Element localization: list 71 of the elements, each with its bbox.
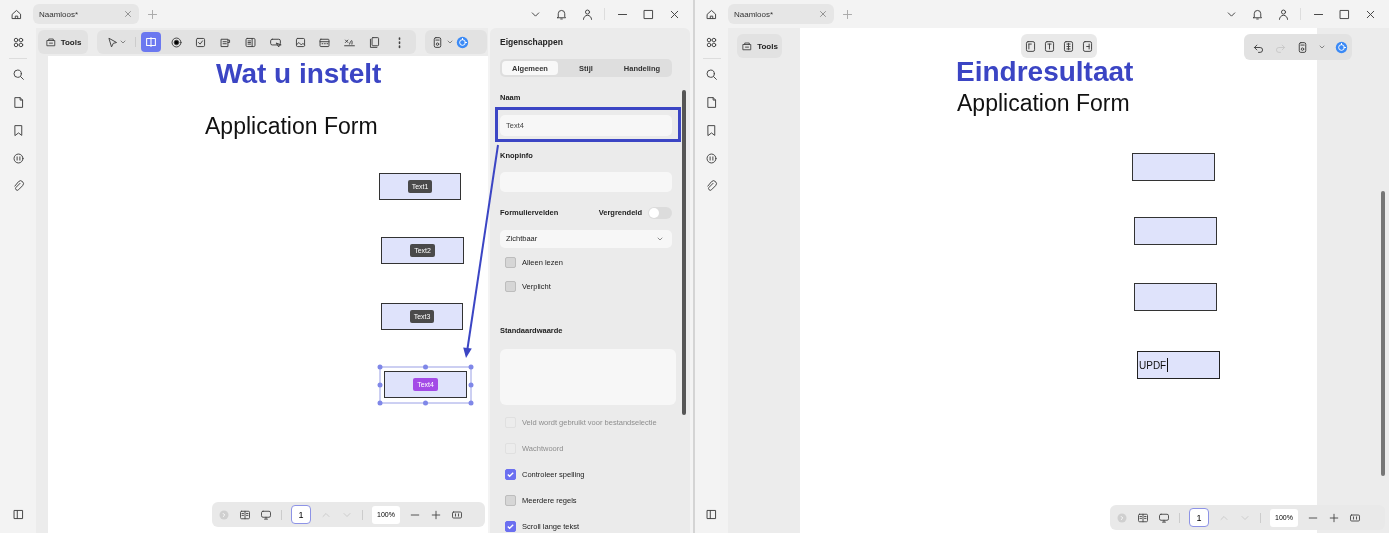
- form-field[interactable]: UPDF: [1137, 351, 1220, 379]
- toolbox-icon: [741, 40, 754, 52]
- device-icon[interactable]: [431, 35, 444, 49]
- page-icon[interactable]: [705, 96, 718, 109]
- checkbox[interactable]: [505, 520, 516, 532]
- document-tab[interactable]: Naamloos*: [33, 4, 139, 24]
- image-icon[interactable]: [293, 35, 307, 49]
- scrollbar[interactable]: [1381, 191, 1385, 476]
- align-left-icon[interactable]: [1024, 39, 1037, 53]
- align-center-icon[interactable]: [1043, 39, 1056, 53]
- tools-button[interactable]: Tools: [38, 30, 88, 54]
- apps-icon[interactable]: [705, 36, 718, 49]
- page-heading: Wat u instelt: [216, 58, 382, 90]
- document-tab[interactable]: Naamloos*: [728, 4, 834, 24]
- sidebar-icon[interactable]: [11, 508, 25, 521]
- scrollbar[interactable]: [682, 90, 686, 415]
- comment-icon[interactable]: [705, 152, 718, 165]
- tools-button[interactable]: Tools: [737, 34, 782, 58]
- form-field[interactable]: [1134, 283, 1217, 311]
- assistant-icon[interactable]: [456, 35, 469, 49]
- chevron-down-icon[interactable]: [118, 38, 127, 46]
- actual-size-icon[interactable]: [451, 508, 463, 521]
- home-icon[interactable]: [10, 7, 23, 21]
- paperclip-icon[interactable]: [705, 180, 718, 193]
- form-title: Application Form: [957, 90, 1130, 117]
- checkbox[interactable]: [505, 281, 516, 293]
- form-field[interactable]: [1134, 217, 1217, 245]
- user-icon[interactable]: [1276, 7, 1290, 21]
- text-field-icon[interactable]: [141, 32, 162, 52]
- checkbox[interactable]: [505, 468, 516, 480]
- selection-frame[interactable]: [377, 364, 474, 406]
- toolbox-icon: [44, 36, 57, 48]
- apps-icon[interactable]: [11, 36, 25, 49]
- zoom-in-icon[interactable]: [430, 508, 442, 521]
- bell-icon[interactable]: [1250, 7, 1264, 21]
- form-title: Application Form: [205, 113, 378, 140]
- checkbox[interactable]: [505, 494, 516, 506]
- page-number-field[interactable]: 1: [1189, 508, 1209, 527]
- book-icon[interactable]: [1137, 511, 1149, 524]
- radio-button-icon[interactable]: [169, 35, 183, 49]
- chevron-down-icon[interactable]: [446, 38, 454, 46]
- chevron-down-icon[interactable]: [1318, 43, 1326, 51]
- device-icon[interactable]: [1296, 40, 1309, 54]
- search-icon[interactable]: [11, 68, 25, 81]
- list-box-icon[interactable]: [244, 35, 257, 49]
- bell-icon[interactable]: [554, 7, 568, 21]
- home-icon[interactable]: [705, 7, 718, 21]
- distribute-icon[interactable]: [1062, 39, 1075, 53]
- book-icon[interactable]: [239, 508, 251, 521]
- paperclip-icon[interactable]: [11, 180, 25, 193]
- search-icon[interactable]: [705, 68, 718, 81]
- form-field[interactable]: [1132, 153, 1215, 181]
- presentation-icon[interactable]: [1158, 511, 1170, 524]
- bookmark-icon[interactable]: [705, 124, 718, 137]
- checkbox[interactable]: [505, 257, 516, 269]
- toggle-switch[interactable]: [648, 206, 672, 219]
- checkbox-icon[interactable]: [194, 35, 208, 49]
- panel-title: Eigenschappen: [500, 37, 564, 48]
- pages-icon[interactable]: [367, 35, 381, 49]
- maximize-icon[interactable]: [641, 7, 655, 21]
- sidebar-icon[interactable]: [705, 508, 718, 521]
- maximize-icon[interactable]: [1337, 7, 1351, 21]
- zoom-in-icon[interactable]: [1328, 511, 1340, 524]
- actual-size-icon[interactable]: [1349, 511, 1361, 524]
- user-icon[interactable]: [580, 7, 594, 21]
- page-number-field[interactable]: 1: [291, 505, 311, 524]
- page-heading: Eindresultaat: [956, 56, 1134, 88]
- assistant-icon[interactable]: [1335, 40, 1348, 54]
- comment-icon[interactable]: [11, 152, 25, 165]
- presentation-icon[interactable]: [260, 508, 272, 521]
- align-right-icon[interactable]: [1081, 39, 1094, 53]
